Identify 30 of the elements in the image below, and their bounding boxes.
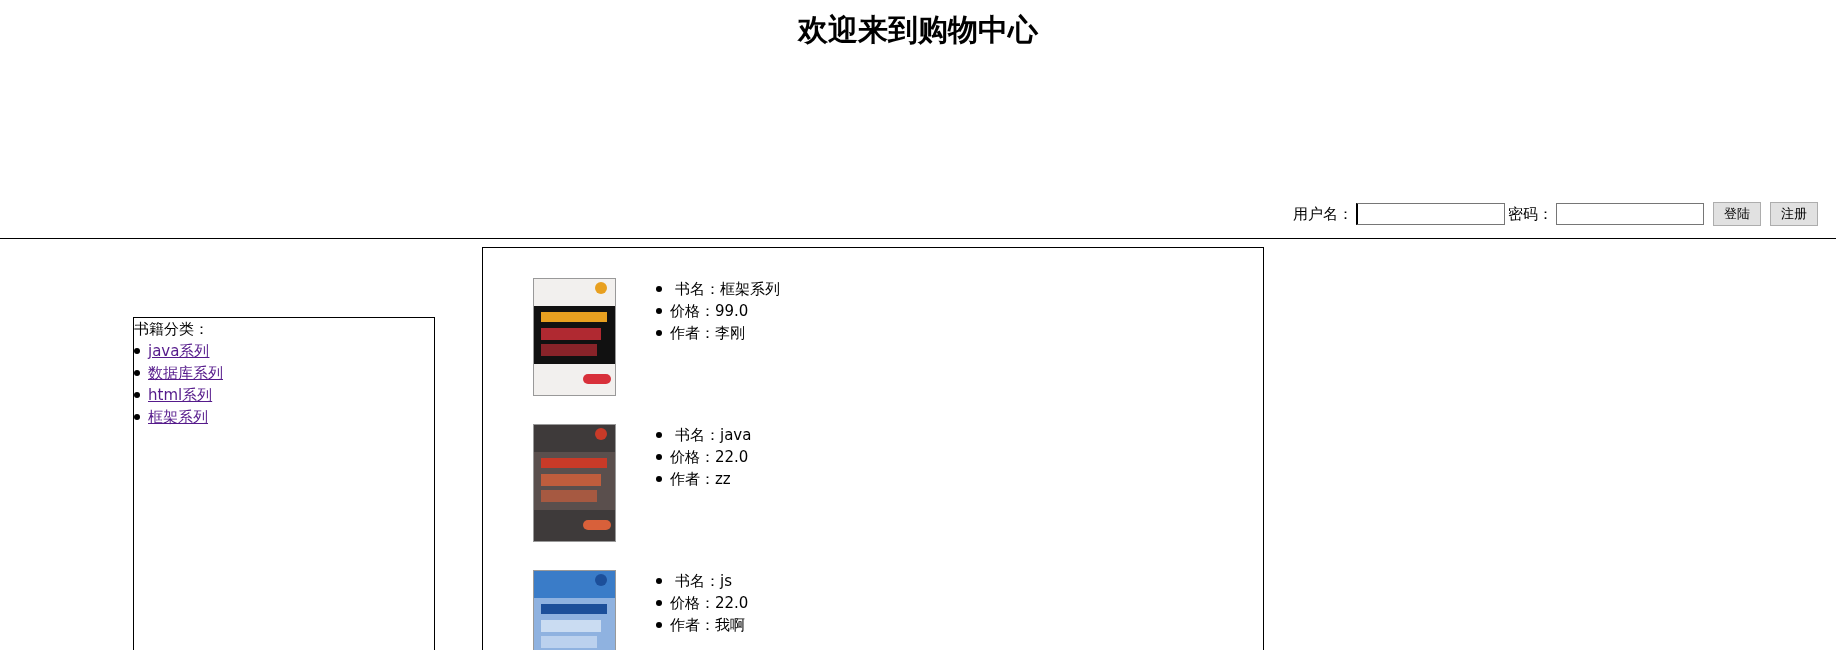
category-link[interactable]: html系列 — [148, 384, 213, 406]
book-title: 书名：框架系列 — [674, 279, 780, 300]
category-heading: 书籍分类： — [134, 319, 210, 340]
category-link[interactable]: java系列 — [148, 340, 210, 362]
bullet-icon — [656, 308, 662, 314]
bullet-icon — [656, 454, 662, 460]
bullet-icon — [656, 286, 662, 292]
page-title: 欢迎来到购物中心 — [796, 11, 1039, 49]
book-price: 价格：22.0 — [670, 593, 749, 614]
book-price: 价格：99.0 — [670, 301, 749, 322]
book-author: 作者：李刚 — [670, 323, 745, 344]
bullet-icon — [656, 622, 662, 628]
book-price: 价格：22.0 — [670, 447, 749, 468]
bullet-icon — [656, 476, 662, 482]
book-author: 作者：我啊 — [670, 615, 745, 636]
category-link[interactable]: 数据库系列 — [148, 362, 223, 384]
bullet-icon — [656, 330, 662, 336]
bullet-icon — [656, 578, 662, 584]
username-field[interactable] — [1356, 203, 1505, 225]
book-title: 书名：js — [674, 571, 732, 592]
category-link[interactable]: 框架系列 — [148, 406, 208, 428]
register-button[interactable]: 注册 — [1770, 202, 1818, 226]
password-label: 密码： — [1508, 204, 1553, 224]
bullet-icon — [656, 600, 662, 606]
password-field[interactable] — [1556, 203, 1704, 225]
login-button[interactable]: 登陆 — [1713, 202, 1761, 226]
book-title: 书名：java — [674, 425, 752, 446]
book-author: 作者：zz — [670, 469, 731, 490]
bullet-icon — [656, 432, 662, 438]
username-label: 用户名： — [1293, 204, 1353, 224]
